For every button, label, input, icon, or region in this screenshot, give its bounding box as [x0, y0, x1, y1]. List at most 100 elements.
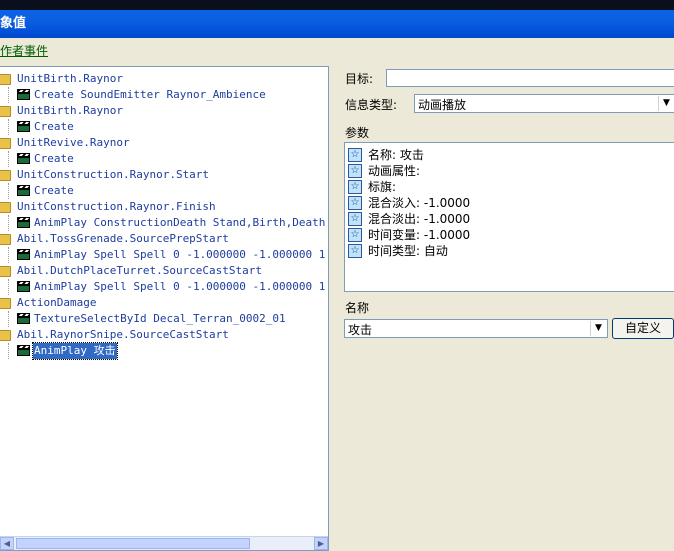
scroll-thumb[interactable] [16, 538, 250, 549]
tree-node-label: Create SoundEmitter Raynor_Ambience [34, 88, 266, 101]
param-text: 混合淡出: -1.0000 [368, 212, 471, 226]
clapperboard-icon [17, 153, 30, 164]
param-text: 标旗: [368, 180, 397, 194]
clapperboard-icon [17, 185, 30, 196]
param-row[interactable]: ☆ 时间变量: -1.0000 [348, 227, 470, 243]
tree-action-node[interactable]: Create [0, 119, 75, 135]
tree-node-label: UnitRevive.Raynor [17, 136, 130, 149]
clapperboard-icon [17, 249, 30, 260]
param-row[interactable]: ☆ 标旗: [348, 179, 396, 195]
tree-event-node[interactable]: UnitConstruction.Raynor.Finish [0, 199, 217, 215]
chevron-down-icon[interactable]: ▼ [658, 96, 674, 111]
clapperboard-icon [17, 121, 30, 132]
tree-node-label: AnimPlay Spell Spell 0 -1.000000 -1.0000… [34, 248, 329, 261]
tree-action-node[interactable]: AnimPlay ConstructionDeath Stand,Birth,D… [0, 215, 329, 231]
folder-icon [0, 234, 11, 245]
target-input[interactable] [386, 69, 674, 87]
folder-icon [0, 330, 11, 341]
name-select[interactable]: 攻击 ▼ [344, 319, 608, 338]
params-label: 参数 [345, 126, 370, 140]
tree-action-node[interactable]: Create SoundEmitter Raynor_Ambience [0, 87, 267, 103]
clapperboard-icon [17, 89, 30, 100]
tree-node-label: Abil.DutchPlaceTurret.SourceCastStart [17, 264, 263, 277]
chevron-down-icon[interactable]: ▼ [590, 321, 606, 336]
window-title: 象值 [0, 16, 27, 31]
star-icon: ☆ [348, 212, 362, 226]
target-label: 目标: [345, 72, 374, 86]
folder-icon [0, 138, 11, 149]
param-row[interactable]: ☆ 时间类型: 自动 [348, 243, 448, 259]
param-row[interactable]: ☆ 混合淡出: -1.0000 [348, 211, 470, 227]
horizontal-scrollbar[interactable]: ◀ ▶ [0, 536, 328, 550]
folder-icon [0, 106, 11, 117]
tree-node-label: Create [34, 120, 74, 133]
name-label: 名称 [345, 301, 370, 315]
tree-line [8, 343, 17, 359]
custom-button[interactable]: 自定义 [612, 318, 674, 339]
tree-line [8, 183, 17, 199]
tree-node-label: ActionDamage [17, 296, 97, 309]
star-icon: ☆ [348, 196, 362, 210]
tree-node-label: UnitConstruction.Raynor.Start [17, 168, 210, 181]
panel-splitter[interactable] [329, 62, 337, 551]
folder-icon [0, 266, 11, 277]
tree-event-node[interactable]: Abil.DutchPlaceTurret.SourceCastStart [0, 263, 263, 279]
param-text: 混合淡入: -1.0000 [368, 196, 471, 210]
tree-action-node[interactable]: AnimPlay Spell Spell 0 -1.000000 -1.0000… [0, 247, 329, 263]
tree-line [8, 151, 17, 167]
param-row[interactable]: ☆ 名称: 攻击 [348, 147, 424, 163]
tree-event-node[interactable]: Abil.TossGrenade.SourcePrepStart [0, 231, 230, 247]
tree-action-node[interactable]: Create [0, 151, 75, 167]
tree-node-label: Abil.TossGrenade.SourcePrepStart [17, 232, 229, 245]
tree-action-node[interactable]: AnimPlay Spell Spell 0 -1.000000 -1.0000… [0, 279, 329, 295]
clapperboard-icon [17, 217, 30, 228]
tree-event-node[interactable]: UnitRevive.Raynor [0, 135, 131, 151]
tree-event-node[interactable]: ActionDamage [0, 295, 97, 311]
desktop-strip [0, 0, 674, 10]
tree-event-node[interactable]: Abil.RaynorSnipe.SourceCastStart [0, 327, 230, 343]
star-icon: ☆ [348, 180, 362, 194]
info-type-select[interactable]: 动画播放 ▼ [414, 94, 674, 113]
author-events-link[interactable]: 作者事件 [0, 42, 48, 59]
param-row[interactable]: ☆ 混合淡入: -1.0000 [348, 195, 470, 211]
tree-line [8, 87, 17, 103]
tree-node-label: Create [34, 184, 74, 197]
tree-event-node[interactable]: UnitBirth.Raynor [0, 71, 124, 87]
folder-icon [0, 202, 11, 213]
tree-action-node[interactable]: AnimPlay 攻击 [0, 342, 118, 360]
param-text: 时间类型: 自动 [368, 244, 448, 258]
tree-event-node[interactable]: UnitConstruction.Raynor.Start [0, 167, 210, 183]
tree-action-node[interactable]: TextureSelectById Decal_Terran_0002_01 [0, 311, 287, 327]
param-text: 动画属性: [368, 164, 421, 178]
tree-node-label: Create [34, 152, 74, 165]
star-icon: ☆ [348, 164, 362, 178]
clapperboard-icon [17, 345, 30, 356]
tree-node-label: UnitBirth.Raynor [17, 72, 123, 85]
tree-node-label: Abil.RaynorSnipe.SourceCastStart [17, 328, 229, 341]
tree-line [8, 119, 17, 135]
param-row[interactable]: ☆ 动画属性: [348, 163, 420, 179]
clapperboard-icon [17, 313, 30, 324]
window-titlebar[interactable]: 象值 [0, 10, 674, 38]
folder-icon [0, 170, 11, 181]
tree-node-label: UnitConstruction.Raynor.Finish [17, 200, 216, 213]
scroll-left-icon[interactable]: ◀ [0, 537, 14, 550]
tree-node-label: AnimPlay ConstructionDeath Stand,Birth,D… [34, 216, 329, 229]
tree-node-label: AnimPlay Spell Spell 0 -1.000000 -1.0000… [34, 280, 329, 293]
params-list[interactable]: ☆ 名称: 攻击 ☆ 动画属性: ☆ 标旗: ☆ 混合淡入: -1.0000 ☆ 混合淡出: -1… [344, 142, 674, 292]
tree-node-label: TextureSelectById Decal_Terran_0002_01 [34, 312, 286, 325]
clapperboard-icon [17, 281, 30, 292]
star-icon: ☆ [348, 228, 362, 242]
tree-event-node[interactable]: UnitBirth.Raynor [0, 103, 124, 119]
tree-line [8, 311, 17, 327]
tree-line [8, 279, 17, 295]
scroll-right-icon[interactable]: ▶ [314, 537, 328, 550]
tree-line [8, 215, 17, 231]
event-tree[interactable]: UnitBirth.Raynor Create SoundEmitter Rayn… [0, 66, 329, 551]
folder-icon [0, 74, 11, 85]
tree-action-node[interactable]: Create [0, 183, 75, 199]
info-type-label: 信息类型: [345, 98, 398, 112]
tree-line [8, 247, 17, 263]
param-text: 名称: 攻击 [368, 148, 424, 162]
folder-icon [0, 298, 11, 309]
